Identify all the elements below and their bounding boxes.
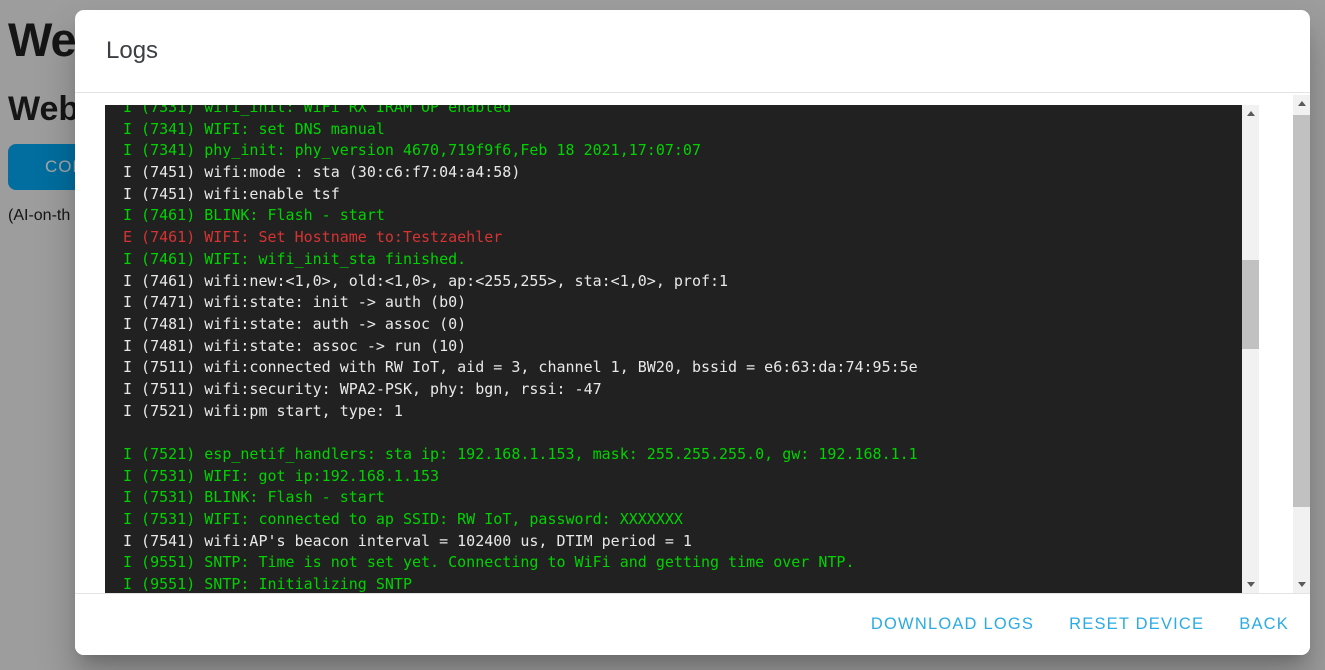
log-line: I (7461) WIFI: wifi_init_sta finished.: [123, 249, 1259, 271]
log-line: I (7531) BLINK: Flash - start: [123, 487, 1259, 509]
log-line: I (7481) wifi:state: assoc -> run (10): [123, 336, 1259, 358]
back-button[interactable]: BACK: [1239, 615, 1289, 634]
log-line: I (7341) phy_init: phy_version 4670,719f…: [123, 140, 1259, 162]
log-line: I (7451) wifi:enable tsf: [123, 184, 1259, 206]
log-line: I (7461) wifi:new:<1,0>, old:<1,0>, ap:<…: [123, 271, 1259, 293]
log-line: I (7461) BLINK: Flash - start: [123, 205, 1259, 227]
log-line: I (7511) wifi:connected with RW IoT, aid…: [123, 357, 1259, 379]
log-viewer[interactable]: I (7331) wifi_init: WiFi RX IRAM OP enab…: [105, 105, 1259, 593]
log-scrollbar-thumb[interactable]: [1242, 260, 1259, 349]
log-line: I (7471) wifi:state: init -> auth (b0): [123, 292, 1259, 314]
log-line: I (7511) wifi:security: WPA2-PSK, phy: b…: [123, 379, 1259, 401]
dialog-footer: DOWNLOAD LOGS RESET DEVICE BACK: [75, 593, 1310, 655]
log-line: I (7481) wifi:state: auth -> assoc (0): [123, 314, 1259, 336]
scroll-down-icon[interactable]: [1293, 576, 1310, 593]
log-line: I (7451) wifi:mode : sta (30:c6:f7:04:a4…: [123, 162, 1259, 184]
log-line: I (7531) WIFI: connected to ap SSID: RW …: [123, 509, 1259, 531]
log-line: I (7341) WIFI: set DNS manual: [123, 119, 1259, 141]
log-line: I (7521) esp_netif_handlers: sta ip: 192…: [123, 444, 1259, 466]
dialog-header: Logs: [75, 10, 1310, 93]
scroll-up-icon[interactable]: [1242, 105, 1259, 122]
dialog-scrollbar-thumb[interactable]: [1293, 115, 1310, 507]
log-line: I (7331) wifi_init: WiFi RX IRAM OP enab…: [123, 105, 1259, 119]
log-line: E (7461) WIFI: Set Hostname to:Testzaehl…: [123, 227, 1259, 249]
log-content: I (7331) wifi_init: WiFi RX IRAM OP enab…: [105, 105, 1259, 593]
scroll-down-icon[interactable]: [1242, 576, 1259, 593]
scroll-up-icon[interactable]: [1293, 95, 1310, 112]
logs-dialog: Logs I (7331) wifi_init: WiFi RX IRAM OP…: [75, 10, 1310, 655]
reset-device-button[interactable]: RESET DEVICE: [1069, 615, 1204, 634]
log-line: I (7541) wifi:AP's beacon interval = 102…: [123, 531, 1259, 553]
log-line: I (9551) SNTP: Initializing SNTP: [123, 574, 1259, 593]
log-line: [123, 422, 1259, 444]
log-scrollbar[interactable]: [1242, 105, 1259, 593]
dialog-body: I (7331) wifi_init: WiFi RX IRAM OP enab…: [75, 93, 1310, 593]
log-line: I (9551) SNTP: Time is not set yet. Conn…: [123, 552, 1259, 574]
log-line: I (7521) wifi:pm start, type: 1: [123, 401, 1259, 423]
download-logs-button[interactable]: DOWNLOAD LOGS: [871, 615, 1034, 634]
dialog-scrollbar[interactable]: [1293, 95, 1310, 593]
dialog-title: Logs: [106, 37, 158, 65]
log-line: I (7531) WIFI: got ip:192.168.1.153: [123, 466, 1259, 488]
